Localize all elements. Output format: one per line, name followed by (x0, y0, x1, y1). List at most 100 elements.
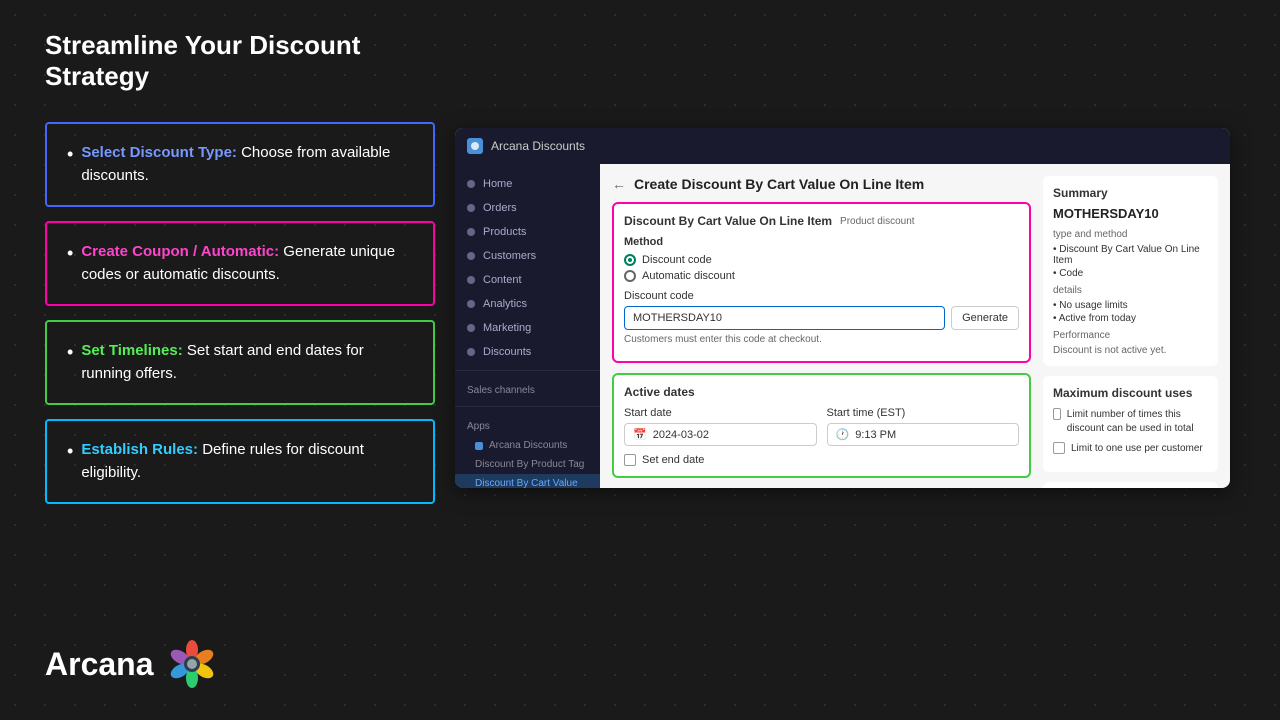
clock-icon: 🕐 (836, 428, 850, 441)
sidebar-item-discounts[interactable]: Discounts (455, 340, 600, 364)
card-create-coupon: Create Coupon / Automatic: Generate uniq… (45, 221, 435, 306)
sub-label: Discount By Product Tag (475, 459, 584, 470)
max-uses-per-customer-row[interactable]: Limit to one use per customer (1053, 442, 1208, 456)
discount-type-label: Discount By Cart Value On Line Item (624, 214, 832, 228)
marketing-icon (467, 324, 475, 332)
content-icon (467, 276, 475, 284)
sidebar-label-marketing: Marketing (483, 322, 531, 334)
discounts-icon (467, 348, 475, 356)
start-date-input[interactable]: 📅 2024-03-02 (624, 423, 817, 446)
sidebar-label-content: Content (483, 274, 522, 286)
method-label: Method (624, 236, 1019, 248)
summary-detail-usage: No usage limits (1053, 300, 1208, 311)
sidebar-label-discounts: Discounts (483, 346, 531, 358)
app-icon-svg (470, 141, 480, 151)
orders-icon (467, 204, 475, 212)
card-text: Select Discount Type: Choose from availa… (81, 142, 413, 187)
start-time-field: Start time (EST) 🕐 9:13 PM (827, 407, 1020, 446)
summary-method-code: Code (1053, 268, 1208, 279)
arcana-app-icon (475, 442, 483, 450)
max-uses-total-label: Limit number of times this discount can … (1067, 408, 1208, 436)
max-uses-title: Maximum discount uses (1053, 386, 1208, 400)
main-title: Streamline Your Discount Strategy (45, 30, 435, 92)
card-select-discount: Select Discount Type: Choose from availa… (45, 122, 435, 207)
sidebar-label-products: Products (483, 226, 526, 238)
sidebar-app-arcana[interactable]: Arcana Discounts (455, 436, 600, 455)
ui-topbar: Arcana Discounts (455, 128, 1230, 164)
home-icon (467, 180, 475, 188)
sidebar-item-orders[interactable]: Orders (455, 196, 600, 220)
customers-icon (467, 252, 475, 260)
summary-type-item: Discount By Cart Value On Line Item (1053, 244, 1208, 266)
sidebar-item-analytics[interactable]: Analytics (455, 292, 600, 316)
start-time-label: Start time (EST) (827, 407, 1020, 419)
card-highlight: Set Timelines: (81, 342, 182, 359)
ui-main: ← Create Discount By Cart Value On Line … (600, 164, 1230, 488)
card-highlight: Create Coupon / Automatic: (81, 243, 279, 260)
left-panel: Streamline Your Discount Strategy Select… (45, 30, 435, 518)
discount-code-section: Discount code Generate Customers must en… (624, 290, 1019, 345)
sidebar-sep-1 (455, 370, 600, 371)
summary-type-section: type and method Discount By Cart Value O… (1053, 229, 1208, 279)
card-text: Create Coupon / Automatic: Generate uniq… (81, 241, 413, 286)
page-header: ← Create Discount By Cart Value On Line … (612, 176, 1031, 192)
sidebar-item-marketing[interactable]: Marketing (455, 316, 600, 340)
radio-automatic-btn[interactable] (624, 270, 636, 282)
active-dates-card: Active dates Start date 📅 2024-03-02 Sta… (612, 373, 1031, 478)
card-set-timelines: Set Timelines: Set start and end dates f… (45, 320, 435, 405)
logo-text: Arcana (45, 646, 154, 683)
product-discount-badge: Product discount (840, 216, 915, 227)
sidebar-item-content[interactable]: Content (455, 268, 600, 292)
start-date-value: 2024-03-02 (653, 429, 709, 441)
discount-type-header: Discount By Cart Value On Line Item Prod… (624, 214, 1019, 228)
start-date-field: Start date 📅 2024-03-02 (624, 407, 817, 446)
sidebar-sep-2 (455, 406, 600, 407)
generate-button[interactable]: Generate (951, 306, 1019, 330)
code-hint: Customers must enter this code at checko… (624, 334, 1019, 345)
code-input-row: Generate (624, 306, 1019, 330)
sidebar-sub-product-tag[interactable]: Discount By Product Tag (455, 455, 600, 474)
radio-label-automatic: Automatic discount (642, 270, 735, 282)
radio-discount-code-btn[interactable] (624, 254, 636, 266)
summary-detail-active: Active from today (1053, 313, 1208, 324)
sidebar-item-products[interactable]: Products (455, 220, 600, 244)
logo-area: Arcana (45, 638, 218, 690)
set-end-date-checkbox[interactable] (624, 454, 636, 466)
summary-performance-section: Performance Discount is not active yet. (1053, 330, 1208, 356)
performance-label: Performance (1053, 330, 1208, 341)
type-method-label: type and method (1053, 229, 1208, 240)
ui-body: Home Orders Products Customers Content A… (455, 164, 1230, 488)
products-icon (467, 228, 475, 236)
radio-discount-code[interactable]: Discount code (624, 254, 1019, 266)
sidebar-item-home[interactable]: Home (455, 172, 600, 196)
discount-code-input[interactable] (624, 306, 945, 330)
summary-card: Summary MOTHERSDAY10 type and method Dis… (1043, 176, 1218, 366)
ui-summary: Summary MOTHERSDAY10 type and method Dis… (1043, 176, 1218, 476)
radio-automatic[interactable]: Automatic discount (624, 270, 1019, 282)
topbar-title: Arcana Discounts (491, 139, 585, 153)
summary-title: Summary (1053, 186, 1208, 200)
discount-type-card: Discount By Cart Value On Line Item Prod… (612, 202, 1031, 363)
set-end-date-label: Set end date (642, 454, 704, 466)
page-title: Create Discount By Cart Value On Line It… (634, 176, 924, 192)
max-uses-per-customer-checkbox[interactable] (1053, 442, 1065, 454)
sidebar-sub-cart-value-1[interactable]: Discount By Cart Value ... (455, 474, 600, 488)
max-uses-per-customer-label: Limit to one use per customer (1071, 442, 1203, 456)
summary-code: MOTHERSDAY10 (1053, 206, 1208, 221)
ui-sidebar: Home Orders Products Customers Content A… (455, 164, 600, 488)
start-time-input[interactable]: 🕐 9:13 PM (827, 423, 1020, 446)
analytics-icon (467, 300, 475, 308)
sidebar-item-customers[interactable]: Customers (455, 244, 600, 268)
sub-label: Discount By Cart Value ... (475, 478, 588, 488)
set-end-date-row[interactable]: Set end date (624, 454, 1019, 466)
dates-row: Start date 📅 2024-03-02 Start time (EST)… (624, 407, 1019, 446)
max-uses-total-row[interactable]: Limit number of times this discount can … (1053, 408, 1208, 436)
sidebar-label-orders: Orders (483, 202, 517, 214)
max-uses-total-checkbox[interactable] (1053, 408, 1061, 420)
sales-channels-label: Sales channels (455, 377, 600, 400)
back-button[interactable]: ← (612, 176, 626, 192)
sidebar-label-home: Home (483, 178, 512, 190)
method-section: Method Discount code Automatic discount (624, 236, 1019, 282)
app-icon (467, 138, 483, 154)
apps-label: Apps (455, 413, 600, 436)
